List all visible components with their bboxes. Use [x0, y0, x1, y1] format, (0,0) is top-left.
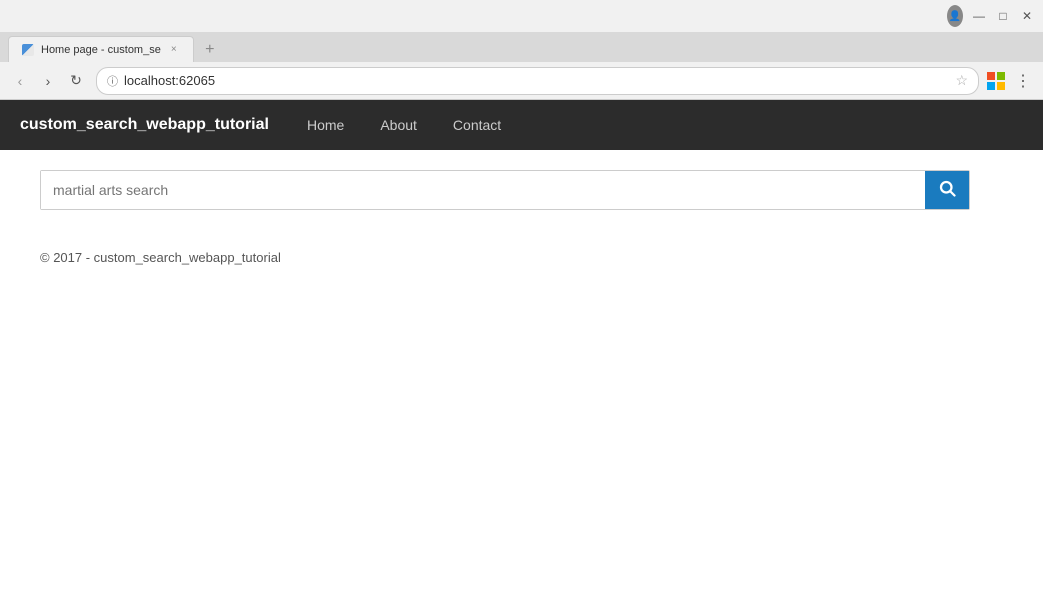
nav-home[interactable]: Home	[299, 113, 352, 137]
back-button[interactable]: ‹	[8, 69, 32, 93]
search-box	[40, 170, 970, 210]
refresh-button[interactable]: ↻	[64, 69, 88, 93]
url-bar[interactable]: ⓘ localhost:62065 ☆	[96, 67, 979, 95]
new-tab-button[interactable]: +	[198, 38, 222, 62]
tab-title: Home page - custom_se	[41, 44, 161, 56]
tab-close-button[interactable]: ×	[167, 43, 181, 57]
avatar: 👤	[947, 5, 963, 27]
address-bar: ‹ › ↻ ⓘ localhost:62065 ☆ ⋮	[0, 62, 1043, 100]
browser-menu-button[interactable]: ⋮	[1011, 71, 1035, 91]
user-account-button[interactable]: 👤	[947, 8, 963, 24]
bookmark-icon[interactable]: ☆	[955, 72, 968, 89]
browser-window: 👤 — □ ✕ Home page - custom_se × + ‹ › ↻ …	[0, 0, 1043, 285]
close-window-button[interactable]: ✕	[1019, 8, 1035, 24]
title-bar-controls: 👤 — □ ✕	[947, 8, 1035, 24]
site-container: custom_search_webapp_tutorial Home About…	[0, 100, 1043, 285]
site-nav-links: Home About Contact	[299, 113, 509, 137]
secure-icon: ⓘ	[107, 73, 118, 89]
title-bar: 👤 — □ ✕	[0, 0, 1043, 32]
nav-contact[interactable]: Contact	[445, 113, 509, 137]
active-tab[interactable]: Home page - custom_se ×	[8, 36, 194, 62]
search-button[interactable]	[925, 171, 969, 209]
browser-actions: ⋮	[987, 71, 1035, 91]
windows-icon[interactable]	[987, 72, 1005, 90]
minimize-button[interactable]: —	[971, 8, 987, 24]
site-footer: © 2017 - custom_search_webapp_tutorial	[0, 230, 1043, 285]
site-content	[0, 150, 1043, 230]
site-navbar: custom_search_webapp_tutorial Home About…	[0, 100, 1043, 150]
maximize-button[interactable]: □	[995, 8, 1011, 24]
nav-about[interactable]: About	[372, 113, 425, 137]
tab-bar: Home page - custom_se × +	[0, 32, 1043, 62]
forward-button[interactable]: ›	[36, 69, 60, 93]
favicon-icon	[22, 44, 34, 56]
nav-controls: ‹ › ↻	[8, 69, 88, 93]
search-input[interactable]	[41, 171, 925, 209]
tab-favicon	[21, 43, 35, 57]
footer-text: © 2017 - custom_search_webapp_tutorial	[40, 250, 281, 265]
search-icon	[938, 179, 956, 202]
site-brand: custom_search_webapp_tutorial	[20, 116, 269, 134]
url-text: localhost:62065	[124, 73, 949, 88]
